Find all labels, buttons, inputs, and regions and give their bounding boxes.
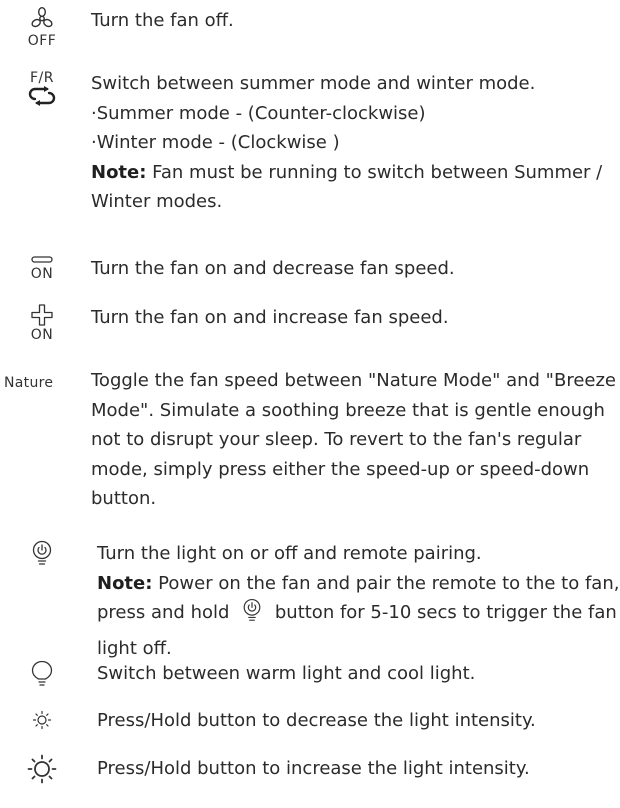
light-power-main-text: Turn the light on or off and remote pair… — [97, 543, 482, 564]
bulb-icon — [31, 661, 53, 686]
dim-description: Press/Hold button to decrease the light … — [97, 710, 536, 731]
fr-button-icon: F/R — [0, 71, 84, 106]
sun-large-icon — [27, 754, 57, 784]
bright-description: Press/Hold button to increase the light … — [97, 758, 530, 779]
warm-cool-description: Switch between warm light and cool light… — [97, 663, 476, 684]
nature-caption: Nature — [4, 375, 54, 391]
fr-main-text: Switch between summer mode and winter mo… — [91, 73, 536, 94]
light-power-note-label: Note: — [97, 572, 153, 594]
fr-note-text: Fan must be running to switch between Su… — [91, 161, 603, 213]
speed-down-button-icon: ON — [0, 255, 84, 282]
bright-button-icon — [0, 754, 84, 784]
fr-bullet-winter: ·Winter mode - (Clockwise ) — [91, 132, 340, 153]
fr-description: Switch between summer mode and winter mo… — [91, 69, 616, 217]
fr-note-label: Note: — [91, 161, 147, 183]
minus-icon — [31, 256, 53, 263]
light-power-button-icon — [0, 540, 84, 568]
nature-description: Toggle the fan speed between "Nature Mod… — [91, 370, 616, 509]
minus-on-description: Turn the fan on and decrease fan speed. — [91, 258, 455, 279]
fr-note: Note: Fan must be running to switch betw… — [91, 158, 616, 217]
dim-button-icon — [0, 710, 84, 730]
warm-cool-button-icon — [0, 661, 84, 689]
sun-small-icon — [32, 710, 52, 730]
inline-bulb-power-icon — [241, 598, 263, 634]
reverse-arrows-icon — [28, 86, 56, 106]
fr-bullet-summer: ·Summer mode - (Counter-clockwise) — [91, 102, 426, 124]
fr-caption: F/R — [30, 70, 54, 86]
light-power-description: Turn the light on or off and remote pair… — [97, 539, 620, 663]
off-description: Turn the fan off. — [91, 10, 234, 31]
fan-icon — [31, 6, 53, 28]
speed-up-button-icon: ON — [0, 303, 84, 343]
bulb-power-icon — [32, 540, 52, 565]
minus-on-caption: ON — [30, 266, 54, 282]
fan-off-button-icon: OFF — [0, 6, 84, 49]
plus-icon — [31, 304, 53, 326]
light-power-note: Note: Power on the fan and pair the remo… — [97, 569, 620, 664]
off-caption: OFF — [27, 33, 57, 49]
plus-on-caption: ON — [30, 327, 54, 343]
plus-on-description: Turn the fan on and increase fan speed. — [91, 307, 449, 328]
